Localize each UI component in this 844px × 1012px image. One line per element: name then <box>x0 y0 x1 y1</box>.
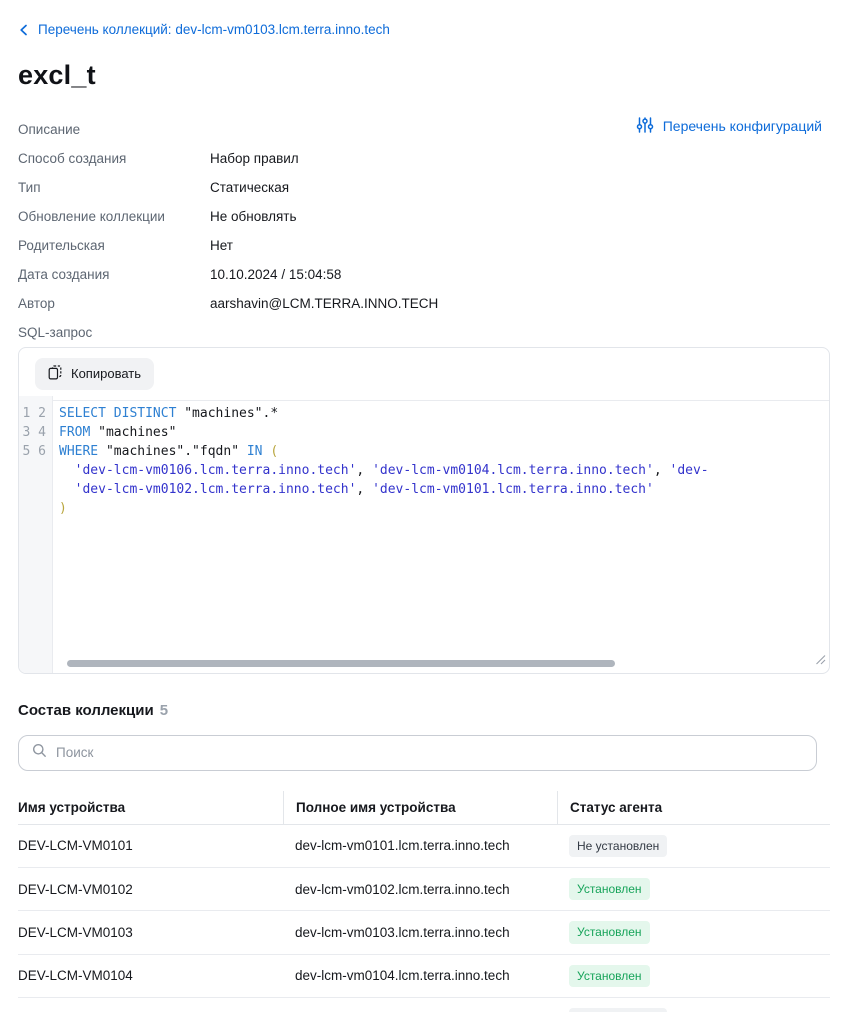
sql-token-str: 'dev-lcm-vm0106.lcm.terra.inno.tech' <box>75 463 357 478</box>
sql-token-pl <box>59 482 75 497</box>
sql-token-pr: ( <box>270 444 278 459</box>
sql-code-area[interactable]: 1 2 3 4 5 6 SELECT DISTINCT "machines".*… <box>19 396 829 673</box>
cell-fqdn: dev-lcm-vm0101.lcm.terra.inno.tech <box>283 828 557 863</box>
status-badge: Не установлен <box>569 835 667 857</box>
sql-token-str: 'dev- <box>670 463 709 478</box>
sql-token-kw: SELECT DISTINCT <box>59 406 176 421</box>
search-input[interactable] <box>56 745 803 760</box>
meta-value: 10.10.2024 / 15:04:58 <box>210 267 341 282</box>
configurations-link-label: Перечень конфигураций <box>663 118 822 134</box>
cell-agent-status: Не установлен <box>557 825 830 867</box>
header-device-name: Имя устройства <box>18 791 283 824</box>
meta-value: Статическая <box>210 180 289 195</box>
meta-row: SQL-запрос <box>18 318 828 347</box>
meta-row: Способ созданияНабор правил <box>18 144 828 173</box>
meta-value: Набор правил <box>210 151 299 166</box>
status-badge: Установлен <box>569 878 650 900</box>
sql-token-pr: ) <box>59 501 67 516</box>
device-table: Имя устройства Полное имя устройства Ста… <box>18 791 830 1012</box>
header-agent-status: Статус агента <box>557 791 830 824</box>
cell-device-name: DEV-LCM-VM0101 <box>18 828 283 863</box>
meta-label: Способ создания <box>18 151 210 166</box>
meta-row: РодительскаяНет <box>18 231 828 260</box>
sql-token-str: 'dev-lcm-vm0104.lcm.terra.inno.tech' <box>372 463 654 478</box>
meta-row: Обновление коллекцииНе обновлять <box>18 202 828 231</box>
table-row[interactable]: DEV-LCM-VM0101dev-lcm-vm0101.lcm.terra.i… <box>18 825 830 868</box>
table-row[interactable]: DEV-LCM-VM0102dev-lcm-vm0102.lcm.terra.i… <box>18 868 830 911</box>
sql-card-header: Копировать <box>19 348 829 401</box>
header-fqdn: Полное имя устройства <box>283 791 557 824</box>
cell-device-name: DEV-LCM-VM0102 <box>18 872 283 907</box>
meta-label: Обновление коллекции <box>18 209 210 224</box>
search-icon <box>32 743 47 763</box>
cell-agent-status: Установлен <box>557 911 830 953</box>
cell-device-name: DEV-LCM-VM0104 <box>18 958 283 993</box>
collection-title-text: Состав коллекции <box>18 702 154 719</box>
page-title: excl_t <box>18 60 828 91</box>
table-row[interactable]: DEV-LCM-VM0103dev-lcm-vm0103.lcm.terra.i… <box>18 911 830 954</box>
meta-value: aarshavin@LCM.TERRA.INNO.TECH <box>210 296 438 311</box>
collection-detail-page: Перечень коллекций: dev-lcm-vm0103.lcm.t… <box>0 0 844 1012</box>
meta-rows: ОписаниеСпособ созданияНабор правилТипСт… <box>18 115 828 347</box>
sql-token-pl: , <box>654 463 670 478</box>
sql-token-pl <box>59 463 75 478</box>
sql-token-kw: FROM <box>59 425 90 440</box>
meta-label: SQL-запрос <box>18 325 210 340</box>
meta-label: Тип <box>18 180 210 195</box>
cell-fqdn: dev-lcm-vm0104.lcm.terra.inno.tech <box>283 958 557 993</box>
cell-fqdn: dev-lcm-vm0102.lcm.terra.inno.tech <box>283 872 557 907</box>
configurations-link[interactable]: Перечень конфигураций <box>636 116 822 137</box>
meta-label: Родительская <box>18 238 210 253</box>
horizontal-scrollbar[interactable] <box>67 660 615 667</box>
meta-label: Автор <box>18 296 210 311</box>
table-row[interactable]: DEV-LCM-VM0106dev-lcm-vm0106.lcm.terra.i… <box>18 998 830 1012</box>
collection-section-title: Состав коллекции 5 <box>18 702 828 719</box>
sql-token-pl: "machines" <box>90 425 176 440</box>
sql-token-str: 'dev-lcm-vm0102.lcm.terra.inno.tech' <box>75 482 357 497</box>
tune-icon <box>636 116 654 137</box>
table-body: DEV-LCM-VM0101dev-lcm-vm0101.lcm.terra.i… <box>18 825 830 1012</box>
cell-agent-status: Установлен <box>557 868 830 910</box>
sql-token-pl: , <box>356 482 372 497</box>
sql-token-kw: WHERE <box>59 444 98 459</box>
breadcrumb-label: Перечень коллекций: dev-lcm-vm0103.lcm.t… <box>38 22 390 37</box>
meta-label: Описание <box>18 122 210 137</box>
search-box[interactable] <box>18 735 817 771</box>
copy-button[interactable]: Копировать <box>35 358 154 390</box>
sql-token-pl: "machines".* <box>176 406 278 421</box>
status-badge: Установлен <box>569 921 650 943</box>
sql-code: SELECT DISTINCT "machines".* FROM "machi… <box>53 396 829 673</box>
sql-token-kw: IN <box>247 444 263 459</box>
meta-section: ОписаниеСпособ созданияНабор правилТипСт… <box>18 115 828 347</box>
collection-count: 5 <box>160 702 168 719</box>
status-badge: Не установлен <box>569 1008 667 1012</box>
meta-row: ТипСтатическая <box>18 173 828 202</box>
table-row[interactable]: DEV-LCM-VM0104dev-lcm-vm0104.lcm.terra.i… <box>18 955 830 998</box>
cell-device-name: DEV-LCM-VM0103 <box>18 915 283 950</box>
cell-agent-status: Не установлен <box>557 998 830 1012</box>
table-header-row: Имя устройства Полное имя устройства Ста… <box>18 791 830 825</box>
meta-value: Не обновлять <box>210 209 296 224</box>
sql-token-str: 'dev-lcm-vm0101.lcm.terra.inno.tech' <box>372 482 654 497</box>
breadcrumb[interactable]: Перечень коллекций: dev-lcm-vm0103.lcm.t… <box>18 22 390 37</box>
meta-row: Авторaarshavin@LCM.TERRA.INNO.TECH <box>18 289 828 318</box>
meta-value: Нет <box>210 238 233 253</box>
cell-device-name: DEV-LCM-VM0106 <box>18 1002 283 1012</box>
chevron-left-icon <box>18 23 29 37</box>
sql-token-pl: "machines"."fqdn" <box>98 444 247 459</box>
resize-grip-icon[interactable] <box>815 652 826 670</box>
meta-label: Дата создания <box>18 267 210 282</box>
copy-icon <box>48 365 62 383</box>
meta-row: Дата создания10.10.2024 / 15:04:58 <box>18 260 828 289</box>
cell-fqdn: dev-lcm-vm0103.lcm.terra.inno.tech <box>283 915 557 950</box>
cell-agent-status: Установлен <box>557 955 830 997</box>
sql-token-pl: , <box>356 463 372 478</box>
copy-button-label: Копировать <box>71 366 141 381</box>
status-badge: Установлен <box>569 965 650 987</box>
cell-fqdn: dev-lcm-vm0106.lcm.terra.inno.tech <box>283 1002 557 1012</box>
line-numbers: 1 2 3 4 5 6 <box>19 396 53 673</box>
sql-query-card: Копировать 1 2 3 4 5 6 SELECT DISTINCT "… <box>18 347 830 674</box>
